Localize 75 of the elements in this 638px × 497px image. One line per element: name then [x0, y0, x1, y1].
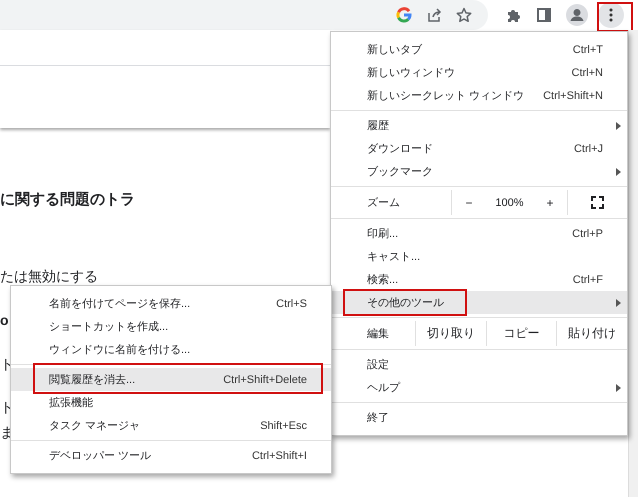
- shortcut-label: Ctrl+F: [572, 274, 603, 286]
- menu-item-label: ショートカットを作成...: [49, 320, 170, 334]
- menu-item-label: 新しいシークレット ウィンドウ: [367, 88, 526, 103]
- kebab-icon: [609, 8, 613, 22]
- menu-item[interactable]: 履歴: [331, 114, 627, 137]
- menu-item-label: 閲覧履歴を消去...: [49, 373, 136, 387]
- edit-action-button[interactable]: 切り取り: [415, 321, 486, 346]
- edit-label: 編集: [366, 327, 390, 342]
- menu-item-label: 終了: [367, 411, 390, 425]
- menu-item-label: 新しいタブ: [367, 42, 424, 57]
- menu-item-label: キャスト...: [367, 250, 422, 264]
- menu-item-label: 新しいウィンドウ: [367, 66, 456, 80]
- zoom-out-button[interactable]: −: [461, 196, 476, 210]
- menu-item[interactable]: ショートカットを作成...: [11, 315, 331, 338]
- menu-item-label: 印刷...: [367, 227, 400, 241]
- fullscreen-icon[interactable]: [591, 196, 604, 209]
- menu-item[interactable]: 新しいウィンドウ Ctrl+N: [331, 61, 627, 84]
- page-text: たは無効にする: [0, 268, 98, 286]
- menu-item[interactable]: デベロッパー ツール Ctrl+Shift+I: [11, 444, 331, 467]
- menu-item[interactable]: ウィンドウに名前を付ける...: [11, 338, 331, 361]
- submenu-arrow-icon: [616, 299, 621, 307]
- menu-item-label: ブックマーク: [367, 164, 434, 179]
- menu-item-label: タスク マネージャ: [49, 419, 142, 433]
- menu-item[interactable]: 印刷... Ctrl+P: [331, 222, 627, 245]
- submenu-arrow-icon: [616, 168, 621, 176]
- menu-item[interactable]: ダウンロード Ctrl+J: [331, 137, 627, 160]
- edit-action-button[interactable]: コピー: [486, 321, 556, 346]
- menu-item[interactable]: 名前を付けてページを保存... Ctrl+S: [11, 292, 331, 315]
- menu-item[interactable]: 新しいシークレット ウィンドウ Ctrl+Shift+N: [331, 84, 627, 107]
- shortcut-label: Ctrl+S: [276, 298, 307, 310]
- menu-item-label: 履歴: [367, 119, 390, 133]
- menu-item-label: 拡張機能: [49, 396, 94, 410]
- menu-item[interactable]: キャスト...: [331, 245, 627, 268]
- shortcut-label: Ctrl+P: [572, 228, 603, 240]
- zoom-in-button[interactable]: +: [542, 196, 558, 210]
- star-icon[interactable]: [456, 7, 472, 23]
- shortcut-label: Ctrl+Shift+I: [252, 450, 307, 462]
- menu-item[interactable]: ヘルプ: [331, 376, 627, 399]
- menu-item-label: ウィンドウに名前を付ける...: [49, 343, 192, 357]
- menu-item-label: 設定: [367, 358, 390, 372]
- submenu-arrow-icon: [616, 122, 621, 130]
- menu-item[interactable]: タスク マネージャ Shift+Esc: [11, 414, 331, 437]
- shortcut-label: Ctrl+Shift+Delete: [223, 374, 307, 386]
- submenu-arrow-icon: [616, 384, 621, 392]
- menu-item[interactable]: 新しいタブ Ctrl+T: [331, 38, 627, 61]
- menu-item[interactable]: ブックマーク: [331, 160, 627, 183]
- shortcut-label: Ctrl+N: [572, 66, 603, 78]
- puzzle-icon[interactable]: [506, 7, 522, 23]
- page-text: o: [0, 312, 9, 328]
- zoom-level: 100%: [495, 196, 524, 208]
- side-panel-icon[interactable]: [536, 7, 552, 23]
- page-text: ト: [0, 356, 14, 374]
- menu-item[interactable]: 検索... Ctrl+F: [331, 268, 627, 291]
- menu-item[interactable]: 閲覧履歴を消去... Ctrl+Shift+Delete: [11, 368, 331, 391]
- menu-item-label: その他のツール: [367, 296, 445, 310]
- page-heading: に関する問題のトラ: [0, 190, 135, 209]
- shortcut-label: Shift+Esc: [260, 420, 307, 432]
- menu-item[interactable]: 設定: [331, 353, 627, 376]
- menu-item[interactable]: 拡張機能: [11, 391, 331, 414]
- menu-item[interactable]: 終了: [331, 406, 627, 429]
- menu-item-label: ダウンロード: [367, 142, 434, 156]
- menu-item-label: ヘルプ: [367, 380, 402, 395]
- shortcut-label: Ctrl+Shift+N: [543, 90, 603, 102]
- menu-item[interactable]: その他のツール: [331, 291, 627, 314]
- google-icon[interactable]: [396, 7, 412, 23]
- menu-item-label: 名前を付けてページを保存...: [49, 297, 192, 311]
- zoom-label: ズーム: [366, 196, 401, 211]
- page-text: ト: [0, 399, 14, 417]
- shortcut-label: Ctrl+T: [572, 44, 603, 56]
- avatar-icon[interactable]: [566, 4, 588, 26]
- menu-item-label: 検索...: [367, 272, 400, 287]
- shortcut-label: Ctrl+J: [574, 142, 603, 154]
- share-icon[interactable]: [426, 7, 442, 23]
- edit-action-button[interactable]: 貼り付け: [556, 321, 628, 346]
- menu-item-label: デベロッパー ツール: [49, 449, 152, 463]
